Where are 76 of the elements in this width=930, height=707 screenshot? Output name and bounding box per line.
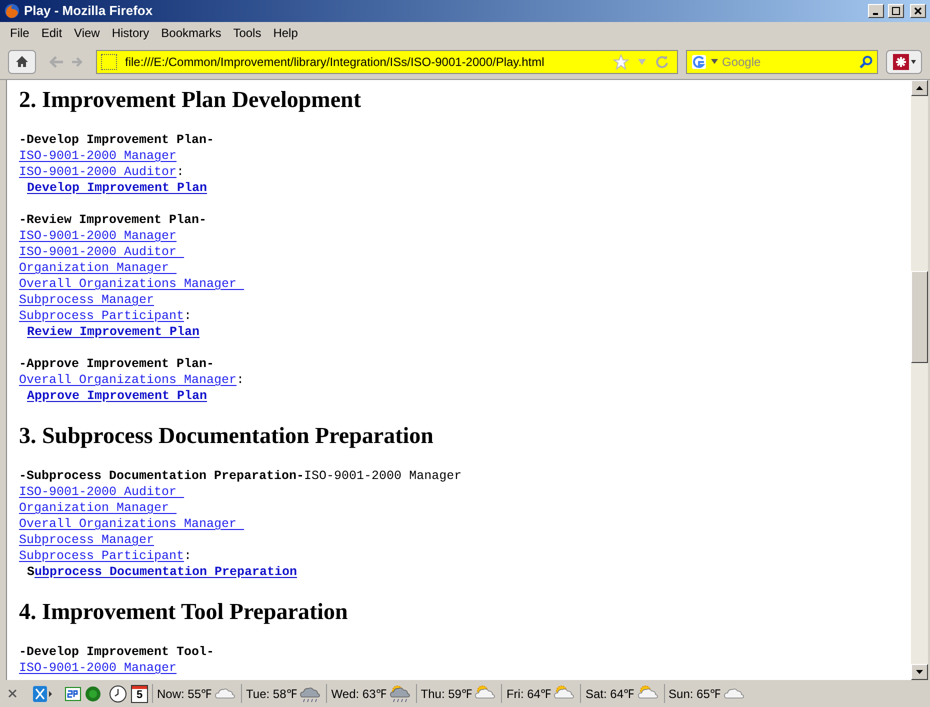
scroll-down-icon[interactable] [916, 670, 923, 674]
role-link[interactable]: ISO-9001-2000 Auditor [19, 164, 177, 180]
role-text: : [184, 308, 192, 324]
task-link[interactable]: Develop Improvement Plan [27, 180, 208, 196]
role-link[interactable]: Organization Manager [19, 500, 177, 516]
weather-forecast: Fri: 64℉ [506, 686, 550, 702]
search-field[interactable]: Google [722, 52, 855, 70]
weather-forecast: Now: 55℉ [157, 686, 212, 702]
calendar-icon[interactable]: 5 [131, 684, 148, 702]
role-link[interactable]: Overall Organizations Manager [19, 516, 244, 532]
menu-item[interactable]: History [106, 24, 156, 42]
role-link[interactable]: Subprocess Participant [19, 308, 184, 324]
task-label: -Review Improvement Plan- [19, 212, 207, 228]
task-label: -Subprocess Documentation Preparation- [19, 468, 304, 484]
search-bar[interactable]: Google [686, 50, 878, 74]
task-label: -Develop Improvement Plan- [19, 132, 214, 148]
menu-item[interactable]: Edit [35, 24, 68, 42]
search-engine-icon [691, 54, 707, 70]
home-button[interactable] [8, 50, 36, 74]
menu-item[interactable]: File [4, 24, 36, 42]
scroll-up-icon[interactable] [916, 86, 923, 90]
minimize-button[interactable] [868, 4, 884, 18]
task-link[interactable]: Review Improvement Plan [27, 324, 200, 340]
role-link[interactable]: ISO-9001-2000 Manager [19, 660, 177, 676]
role-link[interactable]: Subprocess Manager [19, 532, 154, 548]
role-link[interactable]: ISO-9001-2000 Manager [19, 148, 177, 164]
maximize-icon [892, 7, 900, 15]
home-icon [15, 55, 29, 68]
section-heading: 2. Improvement Plan Development [19, 86, 362, 114]
role-link[interactable]: Subprocess Participant [19, 548, 184, 564]
scrollbar[interactable] [911, 80, 928, 680]
browser-logo-icon [4, 3, 20, 19]
role-text: : [176, 164, 184, 180]
task-label: S [27, 564, 35, 580]
task-link[interactable]: Approve Improvement Plan [27, 388, 208, 404]
weather-forecast: Thu: 59℉ [420, 686, 472, 702]
role-text: ISO-9001-2000 Manager [304, 468, 462, 484]
section-heading: 4. Improvement Tool Preparation [19, 598, 349, 626]
search-icon[interactable] [859, 54, 873, 68]
role-link[interactable]: ISO-9001-2000 Auditor [19, 484, 184, 500]
star-icon[interactable] [613, 54, 629, 70]
role-link[interactable]: Organization Manager [19, 260, 177, 276]
maximize-button[interactable] [888, 4, 904, 18]
weather-icon [388, 684, 412, 703]
scrollbar-thumb[interactable] [911, 271, 928, 363]
weather-forecast: Sun: 65℉ [668, 686, 720, 702]
menu-item[interactable]: View [68, 24, 106, 42]
weather-forecast: Wed: 63℉ [331, 686, 386, 702]
asterisk-icon [892, 54, 908, 70]
caret-icon[interactable] [711, 59, 718, 64]
role-link[interactable]: Subprocess Manager [19, 292, 154, 308]
task-label: -Approve Improvement Plan- [19, 356, 214, 372]
menu-item[interactable]: Bookmarks [155, 24, 228, 42]
task-label: -Develop Improvement Tool- [19, 644, 214, 660]
caret-icon [910, 60, 916, 64]
section-heading: 3. Subprocess Documentation Preparation [19, 422, 434, 450]
address-field[interactable]: file:///E:/Common/Improvement/library/Integration/ISs/ISO-9001-2000/Play.html [96, 50, 678, 74]
role-link[interactable]: Overall Organizations Manager [19, 372, 237, 388]
addon-icon[interactable] [33, 686, 53, 702]
close-icon[interactable] [8, 689, 17, 698]
weather-forecast: Sat: 64℉ [585, 686, 634, 702]
menu-item[interactable]: Tools [227, 24, 268, 42]
clock-icon[interactable] [109, 684, 127, 702]
window-title: Play - Mozilla Firefox [24, 2, 154, 20]
page-icon [101, 54, 117, 70]
menu-item[interactable]: Help [267, 24, 304, 42]
role-link[interactable]: ISO-9001-2000 Manager [19, 228, 177, 244]
close-button[interactable] [910, 4, 926, 18]
close-icon [914, 7, 922, 15]
role-link[interactable]: Overall Organizations Manager [19, 276, 244, 292]
addon-button[interactable] [886, 50, 922, 74]
weather-forecast: Tue: 58℉ [246, 686, 296, 702]
role-link[interactable]: ISO-9001-2000 Auditor [19, 244, 184, 260]
task-link[interactable]: ubprocess Documentation Preparation [34, 564, 298, 580]
role-text: : [236, 372, 244, 388]
role-text: : [184, 548, 192, 564]
